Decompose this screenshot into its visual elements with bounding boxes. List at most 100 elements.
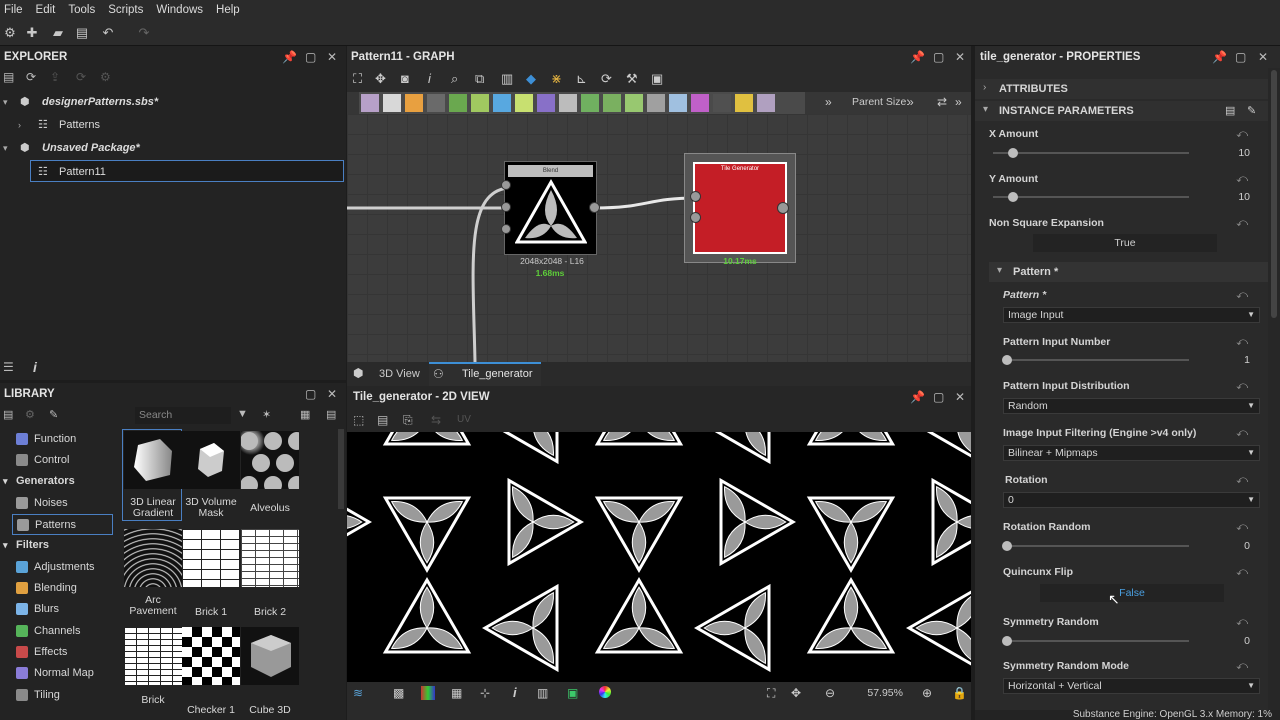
link-icon[interactable]: ⇄ bbox=[937, 95, 947, 109]
input-port[interactable] bbox=[501, 202, 511, 212]
grid-view-icon[interactable]: ▦ bbox=[300, 408, 310, 421]
hsl-node-icon[interactable] bbox=[515, 94, 533, 112]
info-icon[interactable]: i bbox=[513, 685, 517, 700]
save-icon[interactable]: ▤ bbox=[377, 413, 388, 427]
save-icon[interactable]: ▤ bbox=[74, 25, 90, 41]
info-icon[interactable]: i bbox=[33, 359, 37, 375]
scrollbar-thumb[interactable] bbox=[1271, 70, 1277, 318]
color-picker-icon[interactable] bbox=[599, 686, 611, 698]
thumb-3d-volume-mask[interactable] bbox=[182, 431, 240, 489]
rotation-random-slider[interactable] bbox=[1002, 541, 1189, 551]
float-icon[interactable]: ▢ bbox=[305, 46, 316, 68]
input-port[interactable] bbox=[501, 180, 511, 190]
more-icon[interactable]: » bbox=[955, 95, 962, 109]
levels-node-icon[interactable] bbox=[537, 94, 555, 112]
slider-knob[interactable] bbox=[1002, 355, 1012, 365]
tab-3d-view[interactable]: 3D View bbox=[379, 368, 420, 380]
collapse-arrow-icon[interactable]: ▾ bbox=[3, 471, 8, 492]
shuffle-node-icon[interactable] bbox=[427, 94, 445, 112]
fx-map-node-icon[interactable] bbox=[581, 94, 599, 112]
frame-view-icon[interactable]: ▣ bbox=[651, 71, 663, 87]
svg-node-icon[interactable] bbox=[383, 94, 401, 112]
frame-icon[interactable]: ⬚ bbox=[353, 413, 364, 427]
menu-scripts[interactable]: Scripts bbox=[104, 4, 152, 16]
category-function[interactable]: Function bbox=[0, 429, 118, 450]
save-icon[interactable]: ▤ bbox=[3, 70, 14, 84]
float-icon[interactable]: ▢ bbox=[1235, 46, 1246, 68]
category-adjustments[interactable]: Adjustments bbox=[0, 557, 118, 578]
reset-icon[interactable]: ⤺ bbox=[1236, 128, 1248, 141]
collapse-arrow-icon[interactable]: ▾ bbox=[3, 91, 8, 113]
more-icon[interactable]: » bbox=[825, 95, 832, 109]
reset-icon[interactable]: ⤺ bbox=[1236, 660, 1248, 673]
close-icon[interactable]: ✕ bbox=[955, 46, 965, 68]
value-node-icon[interactable] bbox=[713, 94, 731, 112]
python-icon[interactable]: ◆ bbox=[526, 71, 536, 87]
input-port[interactable] bbox=[690, 191, 701, 202]
thumb-brick-1[interactable] bbox=[182, 529, 240, 587]
thumb-arc-pavement[interactable] bbox=[124, 529, 182, 587]
menu-help[interactable]: Help bbox=[212, 4, 249, 16]
image-icon[interactable]: ▣ bbox=[567, 686, 578, 700]
y-amount-slider[interactable] bbox=[993, 192, 1189, 202]
align-icon[interactable]: ⋇ bbox=[551, 71, 562, 87]
align-left-icon[interactable]: ⊾ bbox=[576, 71, 587, 87]
gradient-node-icon[interactable] bbox=[449, 94, 467, 112]
category-control[interactable]: Control bbox=[0, 450, 118, 471]
parent-size-more-icon[interactable]: » bbox=[907, 95, 914, 109]
list-icon[interactable]: ☰ bbox=[3, 360, 14, 374]
settings-icon[interactable]: ⚙ bbox=[100, 70, 111, 84]
collapse-arrow-icon[interactable]: ▾ bbox=[3, 535, 8, 556]
sort-icon[interactable]: ✶ bbox=[262, 408, 271, 421]
warning-node-icon[interactable] bbox=[735, 94, 753, 112]
float-icon[interactable]: ▢ bbox=[933, 386, 944, 408]
checker-icon[interactable]: ▩ bbox=[393, 686, 404, 700]
curve-node-icon[interactable] bbox=[471, 94, 489, 112]
section-pattern[interactable]: ▾ Pattern * bbox=[989, 262, 1268, 282]
search-icon[interactable]: ⌕ bbox=[451, 71, 458, 87]
explorer-item-pattern11[interactable]: ☷ Pattern11 bbox=[30, 160, 344, 182]
pin-icon[interactable]: 📌 bbox=[1212, 46, 1227, 68]
bitmap-node-icon[interactable] bbox=[361, 94, 379, 112]
preset-icon[interactable]: ▤ bbox=[1225, 104, 1235, 117]
text-node-icon[interactable] bbox=[757, 94, 775, 112]
camera-icon[interactable]: ◙ bbox=[401, 71, 409, 86]
redo-icon[interactable]: ↷ bbox=[136, 25, 152, 41]
quincunx-flip-toggle[interactable]: False bbox=[1040, 584, 1224, 602]
properties-scrollbar[interactable] bbox=[1268, 68, 1280, 710]
category-normal-map[interactable]: Normal Map bbox=[0, 663, 118, 684]
emboss-node-icon[interactable] bbox=[669, 94, 687, 112]
thumb-brick[interactable] bbox=[124, 627, 182, 685]
thumb-checker-1[interactable] bbox=[182, 627, 240, 685]
reset-icon[interactable]: ⤺ bbox=[1236, 173, 1248, 186]
edit-preset-icon[interactable]: ✎ bbox=[1247, 104, 1256, 117]
explorer-item-patterns[interactable]: › ☷ Patterns bbox=[0, 114, 346, 136]
open-icon[interactable]: ▰ bbox=[50, 25, 66, 41]
grid-icon[interactable]: ▦ bbox=[451, 686, 462, 700]
zoom-out-icon[interactable]: ⊖ bbox=[825, 686, 835, 700]
collapse-arrow-icon[interactable]: ▾ bbox=[983, 104, 988, 115]
layout-icon[interactable]: ⧉ bbox=[475, 71, 484, 87]
histogram-icon[interactable]: ▥ bbox=[537, 686, 548, 700]
pattern-dropdown[interactable]: Image Input ▼ bbox=[1003, 307, 1260, 323]
menu-tools[interactable]: Tools bbox=[64, 4, 104, 16]
edit-icon[interactable]: ✎ bbox=[49, 408, 58, 421]
normal-node-icon[interactable] bbox=[691, 94, 709, 112]
tile-generator-node[interactable]: Tile Generator 10.17ms bbox=[684, 153, 796, 266]
category-tiling[interactable]: Tiling bbox=[0, 685, 118, 706]
close-icon[interactable]: ✕ bbox=[327, 46, 337, 68]
reset-icon[interactable]: ⤺ bbox=[1236, 616, 1248, 629]
reset-icon[interactable]: ⤺ bbox=[1236, 336, 1248, 349]
float-icon[interactable]: ▢ bbox=[305, 383, 316, 405]
input-port[interactable] bbox=[501, 224, 511, 234]
reset-icon[interactable]: ⤺ bbox=[1236, 566, 1248, 579]
add-folder-icon[interactable]: ▤ bbox=[3, 408, 13, 421]
info-icon[interactable]: i bbox=[428, 71, 431, 86]
reset-icon[interactable]: ⤺ bbox=[1236, 474, 1248, 487]
x-amount-slider[interactable] bbox=[993, 148, 1189, 158]
reset-icon[interactable]: ⤺ bbox=[1236, 217, 1248, 230]
slider-knob[interactable] bbox=[1002, 636, 1012, 646]
blend-node[interactable]: Blend bbox=[501, 161, 600, 255]
graph-canvas[interactable]: Blend 2048x2048 - L16 1.68ms Tile Genera… bbox=[347, 114, 971, 362]
collapse-arrow-icon[interactable]: ▾ bbox=[997, 265, 1002, 276]
